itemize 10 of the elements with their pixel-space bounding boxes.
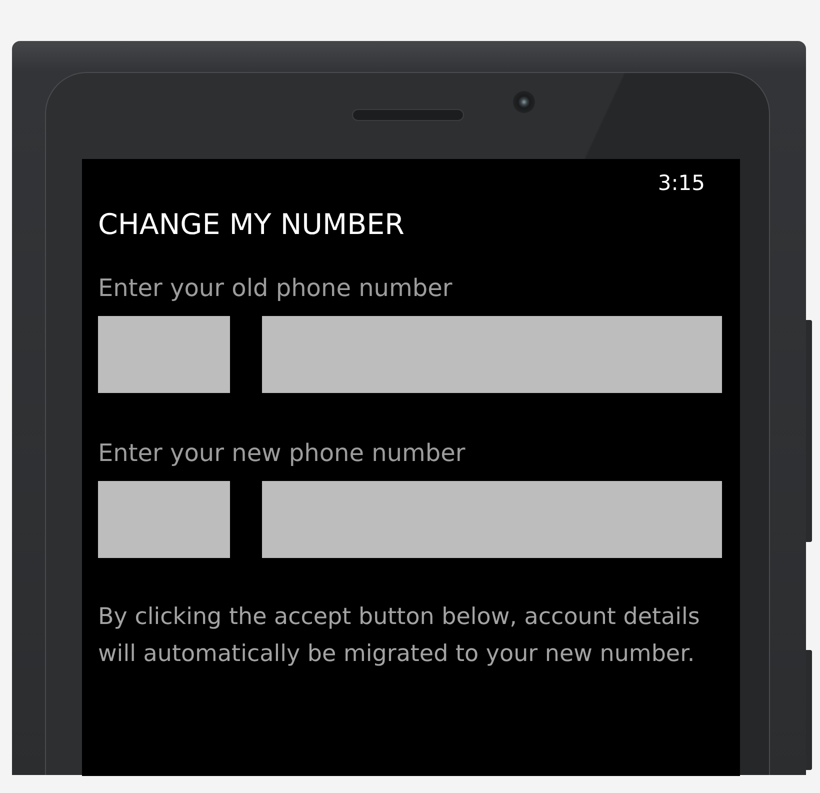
- phone-number-field[interactable]: [262, 481, 722, 558]
- status-time: 3:15: [658, 170, 705, 197]
- field-label: Enter your old phone number: [98, 273, 454, 303]
- phone-number-field[interactable]: [262, 316, 722, 393]
- page-title: CHANGE MY NUMBER: [98, 207, 406, 243]
- notice-text: By clicking the accept button below, account details will automatically be migrated to your new number.: [98, 603, 701, 669]
- country-code-field[interactable]: [98, 316, 230, 393]
- field-label: Enter your new phone number: [98, 438, 466, 468]
- camera-lens-icon: [513, 91, 535, 113]
- country-code-field[interactable]: [98, 481, 230, 558]
